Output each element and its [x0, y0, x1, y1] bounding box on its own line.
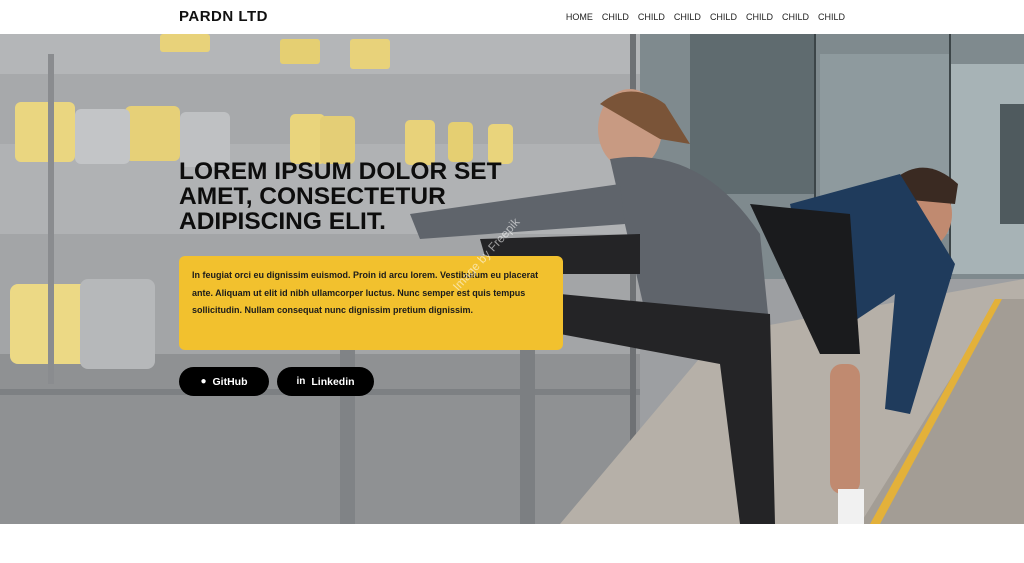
nav-item-child[interactable]: CHILD [782, 12, 809, 22]
page-footer-area [0, 524, 1024, 563]
github-button[interactable]: ● GitHub [179, 367, 269, 396]
nav-item-child[interactable]: CHILD [602, 12, 629, 22]
nav-item-child[interactable]: CHILD [710, 12, 737, 22]
github-icon: ● [200, 376, 207, 387]
github-button-label: GitHub [212, 375, 248, 388]
nav-item-child[interactable]: CHILD [818, 12, 845, 22]
navbar: PARDN LTD HOME CHILD CHILD CHILD CHILD C… [0, 0, 1024, 34]
hero-section: LOREM IPSUM DOLOR SET AMET, CONSECTETUR … [0, 34, 1024, 524]
linkedin-button-label: Linkedin [311, 375, 355, 388]
main-nav: HOME CHILD CHILD CHILD CHILD CHILD CHILD… [566, 12, 845, 22]
nav-item-child[interactable]: CHILD [638, 12, 665, 22]
linkedin-button[interactable]: in Linkedin [277, 367, 374, 396]
hero-description-card: In feugiat orci eu dignissim euismod. Pr… [179, 256, 563, 350]
nav-item-child[interactable]: CHILD [674, 12, 701, 22]
brand-logo[interactable]: PARDN LTD [179, 8, 268, 25]
nav-item-child[interactable]: CHILD [746, 12, 773, 22]
linkedin-icon: in [296, 376, 306, 387]
hero-headline: LOREM IPSUM DOLOR SET AMET, CONSECTETUR … [179, 158, 502, 235]
nav-item-home[interactable]: HOME [566, 12, 593, 22]
